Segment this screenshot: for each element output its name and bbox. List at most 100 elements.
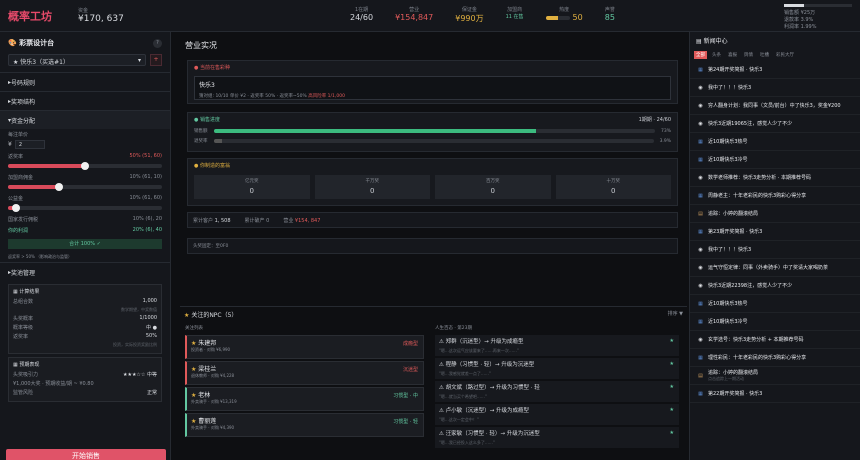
section-fund-allocation[interactable]: ▾ 资金分配 — [0, 110, 170, 129]
event-item[interactable]: ⚠ 卢小敏（沉迷型）→ 升级为成瘾型 "嗯…这次一定会中！" ★ — [435, 404, 679, 425]
npc-card[interactable]: ★ 朱建邦 投资者 · 对购 ¥6,990 成瘾型 — [185, 335, 424, 359]
event-quote: "嗯…我已经投入这么多了……" — [439, 440, 495, 445]
star-icon[interactable]: ★ — [670, 384, 674, 390]
news-item[interactable]: ▤ 追踪：小婷的翻滚结局 点击追踪上一期活动 — [690, 367, 860, 385]
award-label: 千万奖 — [365, 179, 380, 184]
calc-row: 返奖率 50% — [13, 333, 157, 340]
calc-result-box: ▦ 计算结果 总组合数 1,000 数学期望，中奖数值 头奖概率 1/1000 概率等级 中… — [8, 284, 162, 354]
news-item[interactable]: ▦ 第24期开奖简报 · 快乐3 — [690, 61, 860, 79]
chat-bubble-icon: ◉ — [698, 264, 703, 271]
commission-label: 加盟商佣金 — [8, 175, 34, 181]
star-icon[interactable]: ★ — [670, 430, 674, 436]
news-tab-4[interactable]: 吐槽 — [758, 51, 771, 59]
news-item[interactable]: ▦ 近10期快乐3热号 — [690, 295, 860, 313]
npc-name-text: 梁桂兰 — [198, 366, 217, 373]
progress-period: 1期期 · 24/60 — [638, 117, 671, 123]
news-text: 第23期开奖简报 · 快乐3 — [708, 228, 762, 235]
news-item[interactable]: ◉ 快乐3近期22398注，感觉人少了不少 — [690, 277, 860, 295]
stat-3: 加盟商 11 在售 — [506, 6, 524, 24]
calc-title: ▦ 计算结果 — [13, 289, 40, 295]
news-text: 数学老师推荐：快乐3走势分析 · 本期推荐号码 — [708, 174, 811, 181]
price-input[interactable]: 2 — [14, 140, 45, 149]
progress-label: ● 销售进度 — [194, 117, 220, 123]
doc-icon: ▦ — [698, 354, 703, 361]
commission-value: 10% (61, 10) — [129, 174, 162, 180]
news-tab-0[interactable]: 全部 — [694, 51, 707, 59]
news-text: 第24期开奖简报 · 快乐3 — [708, 66, 762, 73]
star-icon[interactable]: ★ — [670, 361, 674, 367]
section-pool-management[interactable]: ▸ 奖池管理 — [0, 262, 170, 281]
news-title: 运气守恒定律：同事（外卖骑手）中了奖请大家喝奶茶 — [708, 265, 829, 271]
news-item[interactable]: ▦ 理性彩民：十年老彩民的快乐3购彩心得分享 — [690, 349, 860, 367]
npc-panel: ★ 关注的NPC（5） 排序 ▼ 关注列表 ★ 朱建邦 投资者 · 对购 ¥6,9… — [180, 306, 687, 460]
stat-value: ¥990万 — [455, 14, 484, 23]
section-number-rules[interactable]: ▸ 号码规则 — [0, 72, 170, 91]
news-item[interactable]: ◉ 穷人翻身计划：我同事（文员/前台）中了快乐3，奖金¥200 — [690, 97, 860, 115]
event-item[interactable]: ⚠ 汪家敏（习惯型 · 轻）→ 升级为沉迷型 "嗯…我已经投入这么多了……" ★ — [435, 427, 679, 448]
news-item[interactable]: ▦ 第22期开奖简报 · 快乐3 — [690, 385, 860, 403]
pred-row: ¥1,000大奖 · 预期收益/期 ~ ¥0.80 — [13, 380, 157, 387]
millionaire-card: ● 你制造的富翁 亿元奖 0 千万奖 0 百万奖 0 十万奖 0 — [187, 158, 678, 206]
news-item[interactable]: ▦ 近10期快乐3冷号 — [690, 151, 860, 169]
star-icon[interactable]: ★ — [670, 338, 674, 344]
sort-dropdown[interactable]: 排序 ▼ — [668, 310, 683, 319]
stat-value: 50 — [572, 13, 583, 22]
npc-card[interactable]: ★ 曹丽莲 外卖骑手 · 对购 ¥4,390 习惯型 · 轻 — [185, 413, 424, 437]
news-tab-3[interactable]: 舆情 — [742, 51, 755, 59]
prize-rate-note: 返奖率 > 50% （影响政治与监管） — [8, 254, 73, 259]
news-item[interactable]: ▦ 周静老主：十年老彩民的快乐3购彩心得分享 — [690, 187, 860, 205]
news-item[interactable]: ▦ 近10期快乐3热号 — [690, 133, 860, 151]
npc-card[interactable]: ★ 老林 外卖骑手 · 对购 ¥13,319 习惯型 · 中 — [185, 387, 424, 411]
news-item[interactable]: ◉ 玄学选号：快乐3走势分析 + 本期推荐号码 — [690, 331, 860, 349]
event-item[interactable]: ⚠ 胡文斌（路过型）→ 升级为习惯型 · 轻 "嗯…就当买个希望吧……" ★ — [435, 381, 679, 402]
chat-bubble-icon: ◉ — [698, 336, 703, 343]
news-item[interactable]: ▦ 近10期快乐3冷号 — [690, 313, 860, 331]
news-text: 近10期快乐3冷号 — [708, 156, 748, 163]
commission-slider[interactable] — [8, 183, 162, 191]
news-text: 我中了！！！快乐3 — [708, 246, 751, 253]
news-item[interactable]: ◉ 运气守恒定律：同事（外卖骑手）中了奖请大家喝奶茶 — [690, 259, 860, 277]
news-text: 我中了！！！快乐3 — [708, 84, 751, 91]
help-icon[interactable]: ? — [153, 38, 162, 48]
news-tab-5[interactable]: 彩民大厅 — [774, 51, 796, 59]
chat-bubble-icon: ◉ — [698, 102, 703, 109]
npc-tag: 沉迷型 — [402, 367, 418, 373]
doc-icon: ▦ — [698, 66, 703, 73]
news-item[interactable]: ◉ 我中了！！！快乐3 — [690, 79, 860, 97]
stats-bar: 1在期 24/60 营业 ¥154,847 保证金 ¥990万 加盟商 11 在售 热度 50 声誉… — [350, 6, 637, 24]
news-item[interactable]: ◉ 数学老师推荐：快乐3走势分析 · 本期推荐号码 — [690, 169, 860, 187]
news-item[interactable]: ▦ 第23期开奖简报 · 快乐3 — [690, 223, 860, 241]
add-product-button[interactable]: + — [150, 54, 162, 66]
start-sales-button[interactable]: 开始销售 — [6, 449, 166, 460]
news-title: 近10期快乐3热号 — [708, 139, 748, 145]
stat-value: 11 在售 — [505, 14, 524, 20]
news-tab-1[interactable]: 头条 — [710, 51, 723, 59]
award-label: 百万奖 — [486, 179, 500, 184]
section-prize-structure[interactable]: ▸ 奖项结构 — [0, 91, 170, 110]
news-item[interactable]: ◉ 我中了！！！快乐3 — [690, 241, 860, 259]
event-title: ⚠ 汪家敏（习惯型 · 轻）→ 升级为沉迷型 — [439, 431, 540, 437]
prize-rate-slider[interactable] — [8, 162, 162, 170]
news-panel: ▤ 新闻中心 全部 头条 喜报 舆情 吐槽 彩民大厅 ▦ 第24期开奖简报 · 快乐3 ◉ 我中… — [689, 32, 860, 460]
stat-value: ¥154,847 — [395, 13, 434, 22]
star-icon[interactable]: ★ — [670, 407, 674, 413]
chat-bubble-icon: ◉ — [698, 174, 703, 181]
pred-row: 监管风险 正常 — [13, 389, 157, 396]
npc-card[interactable]: ★ 梁桂兰 退休教师 · 对购 ¥4,228 沉迷型 — [185, 361, 424, 385]
product-select[interactable]: ★ 快乐3（买选#1） ▾ — [8, 54, 146, 66]
public-fund-slider[interactable] — [8, 204, 162, 212]
product-item[interactable]: 快乐3 猜对组: 10/10 单价 ¥2 · 返奖率 50% · 返奖率~50%… — [194, 76, 671, 100]
news-tab-2[interactable]: 喜报 — [726, 51, 739, 59]
progress-card: ● 销售进度 1期期 · 24/60 销售额 73% 退奖率 3.9% — [187, 112, 678, 152]
news-title: 穷人翻身计划：我同事（文员/前台）中了快乐3，奖金¥200 — [708, 103, 841, 109]
event-item[interactable]: ⚠ 程静（习惯型 · 轻）→ 升级为沉迷型 "嗯…我感觉就差一点了……" ★ — [435, 358, 679, 379]
sales-bar — [784, 4, 852, 7]
award-box: 亿元奖 0 — [194, 175, 310, 199]
award-label: 亿元奖 — [245, 179, 259, 184]
news-item[interactable]: ◉ 快乐3近期19065注，感觉人少了不少 — [690, 115, 860, 133]
stat-label: 营业 — [409, 7, 420, 13]
npc-name-text: 朱建邦 — [198, 340, 217, 347]
award-value: 0 — [490, 187, 495, 195]
event-item[interactable]: ⚠ 郑群（沉迷型）→ 升级为成瘾型 "嗯…这次运气应该要来了……再来一次……" ★ — [435, 335, 679, 356]
news-item[interactable]: ▤ 追踪：小婷的翻滚结局 — [690, 205, 860, 223]
